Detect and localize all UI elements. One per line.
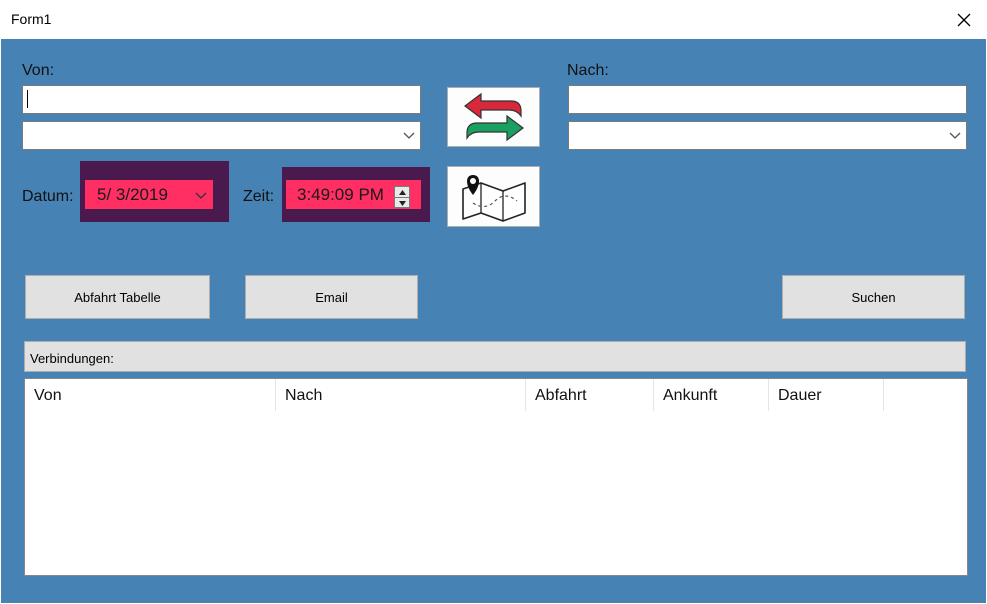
window-title: Form1 — [11, 11, 52, 27]
abfahrt-tabelle-button[interactable]: Abfahrt Tabelle — [25, 275, 210, 319]
spin-up-icon — [398, 189, 406, 195]
column-header-ankunft[interactable]: Ankunft — [654, 379, 769, 411]
von-input[interactable] — [22, 85, 421, 114]
map-pin-icon — [461, 174, 526, 222]
nach-input[interactable] — [568, 85, 967, 114]
connections-listview[interactable]: Von Nach Abfahrt Ankunft Dauer — [24, 378, 968, 576]
chevron-down-icon — [949, 132, 961, 139]
datum-label: Datum: — [22, 188, 74, 205]
verbindungen-header: Verbindungen: — [24, 341, 966, 372]
column-header-nach[interactable]: Nach — [276, 379, 526, 411]
map-button[interactable] — [447, 166, 540, 227]
column-header-von[interactable]: Von — [25, 379, 276, 411]
spin-down-icon — [398, 200, 406, 206]
email-button[interactable]: Email — [245, 275, 418, 319]
von-combobox[interactable] — [22, 121, 421, 150]
time-value: 3:49:09 PM — [297, 185, 384, 204]
column-header-abfahrt[interactable]: Abfahrt — [526, 379, 654, 411]
client-area: Von: Nach: Datum: 5/ 3/2019 Zeit: 3:49:0… — [1, 39, 986, 603]
title-bar: Form1 — [0, 0, 987, 39]
close-button[interactable] — [941, 0, 987, 39]
column-header-dauer[interactable]: Dauer — [769, 379, 884, 411]
time-picker[interactable]: 3:49:09 PM — [286, 180, 421, 209]
chevron-down-icon — [195, 192, 207, 199]
text-caret — [27, 90, 28, 108]
nach-combobox[interactable] — [568, 121, 967, 150]
zeit-label: Zeit: — [243, 188, 275, 205]
time-spinner[interactable] — [394, 186, 410, 208]
date-value: 5/ 3/2019 — [97, 185, 168, 204]
date-picker[interactable]: 5/ 3/2019 — [85, 180, 213, 209]
von-label: Von: — [22, 62, 55, 79]
spin-down-button[interactable] — [395, 197, 409, 208]
nach-label: Nach: — [567, 62, 609, 79]
swap-arrows-icon — [463, 92, 524, 142]
form-window: Form1 Von: Nach: Datum: 5/ 3/2019 Zeit: … — [0, 0, 987, 604]
close-icon — [957, 13, 971, 26]
suchen-button[interactable]: Suchen — [782, 275, 965, 319]
swap-button[interactable] — [447, 87, 540, 147]
spin-up-button[interactable] — [395, 187, 409, 197]
chevron-down-icon — [403, 132, 415, 139]
